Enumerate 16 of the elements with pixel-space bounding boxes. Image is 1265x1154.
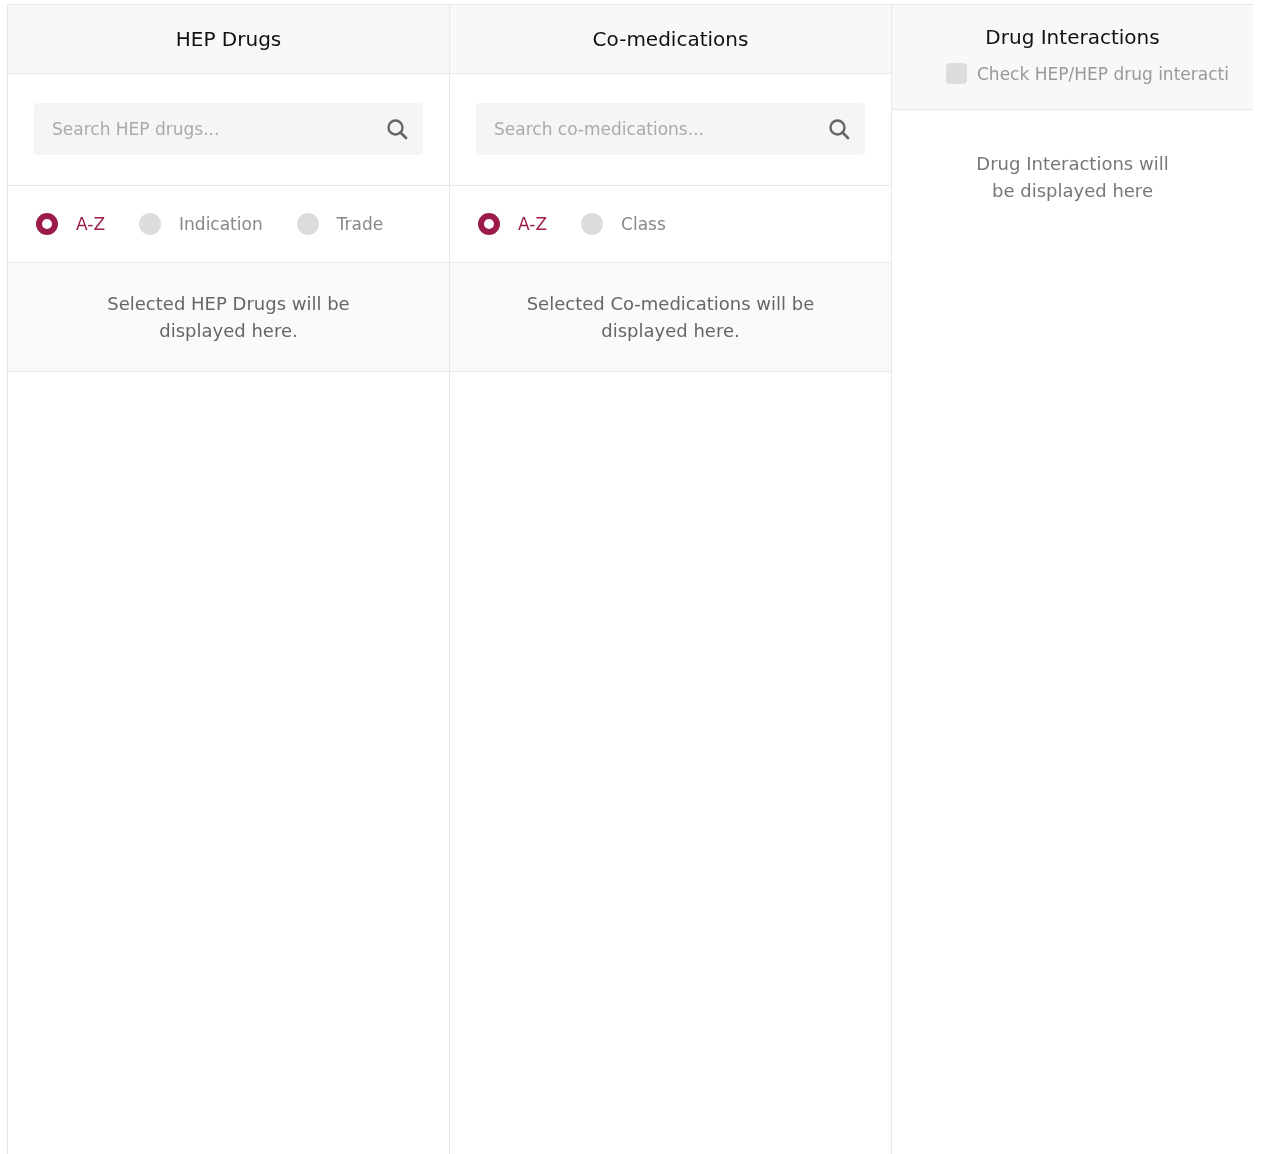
empty-message: Drug Interactions will be displayed here bbox=[975, 152, 1170, 203]
sort-radio[interactable]: Trade bbox=[296, 213, 384, 235]
panel-title: Drug Interactions bbox=[985, 25, 1160, 49]
search-icon[interactable] bbox=[385, 117, 409, 141]
search-field[interactable]: Search co-medications... bbox=[476, 103, 865, 155]
interaction-checkbox[interactable]: Check HEP/HEP drug interacti bbox=[946, 63, 1229, 84]
sort-radio[interactable]: Indication bbox=[139, 213, 263, 235]
panel-title: HEP Drugs bbox=[175, 27, 282, 51]
panel-title: Co-medications bbox=[592, 27, 749, 51]
sort-radio[interactable]: A-Z bbox=[36, 213, 106, 235]
empty-message: Selected HEP Drugs will be displayed here. bbox=[106, 292, 351, 343]
search-icon[interactable] bbox=[827, 117, 851, 141]
empty-message: Selected Co-medications will be displayed here. bbox=[525, 292, 816, 343]
sort-radio[interactable]: Class bbox=[581, 213, 666, 235]
search-field[interactable]: Search HEP drugs... bbox=[34, 103, 423, 155]
sort-radio[interactable]: A-Z bbox=[478, 213, 548, 235]
